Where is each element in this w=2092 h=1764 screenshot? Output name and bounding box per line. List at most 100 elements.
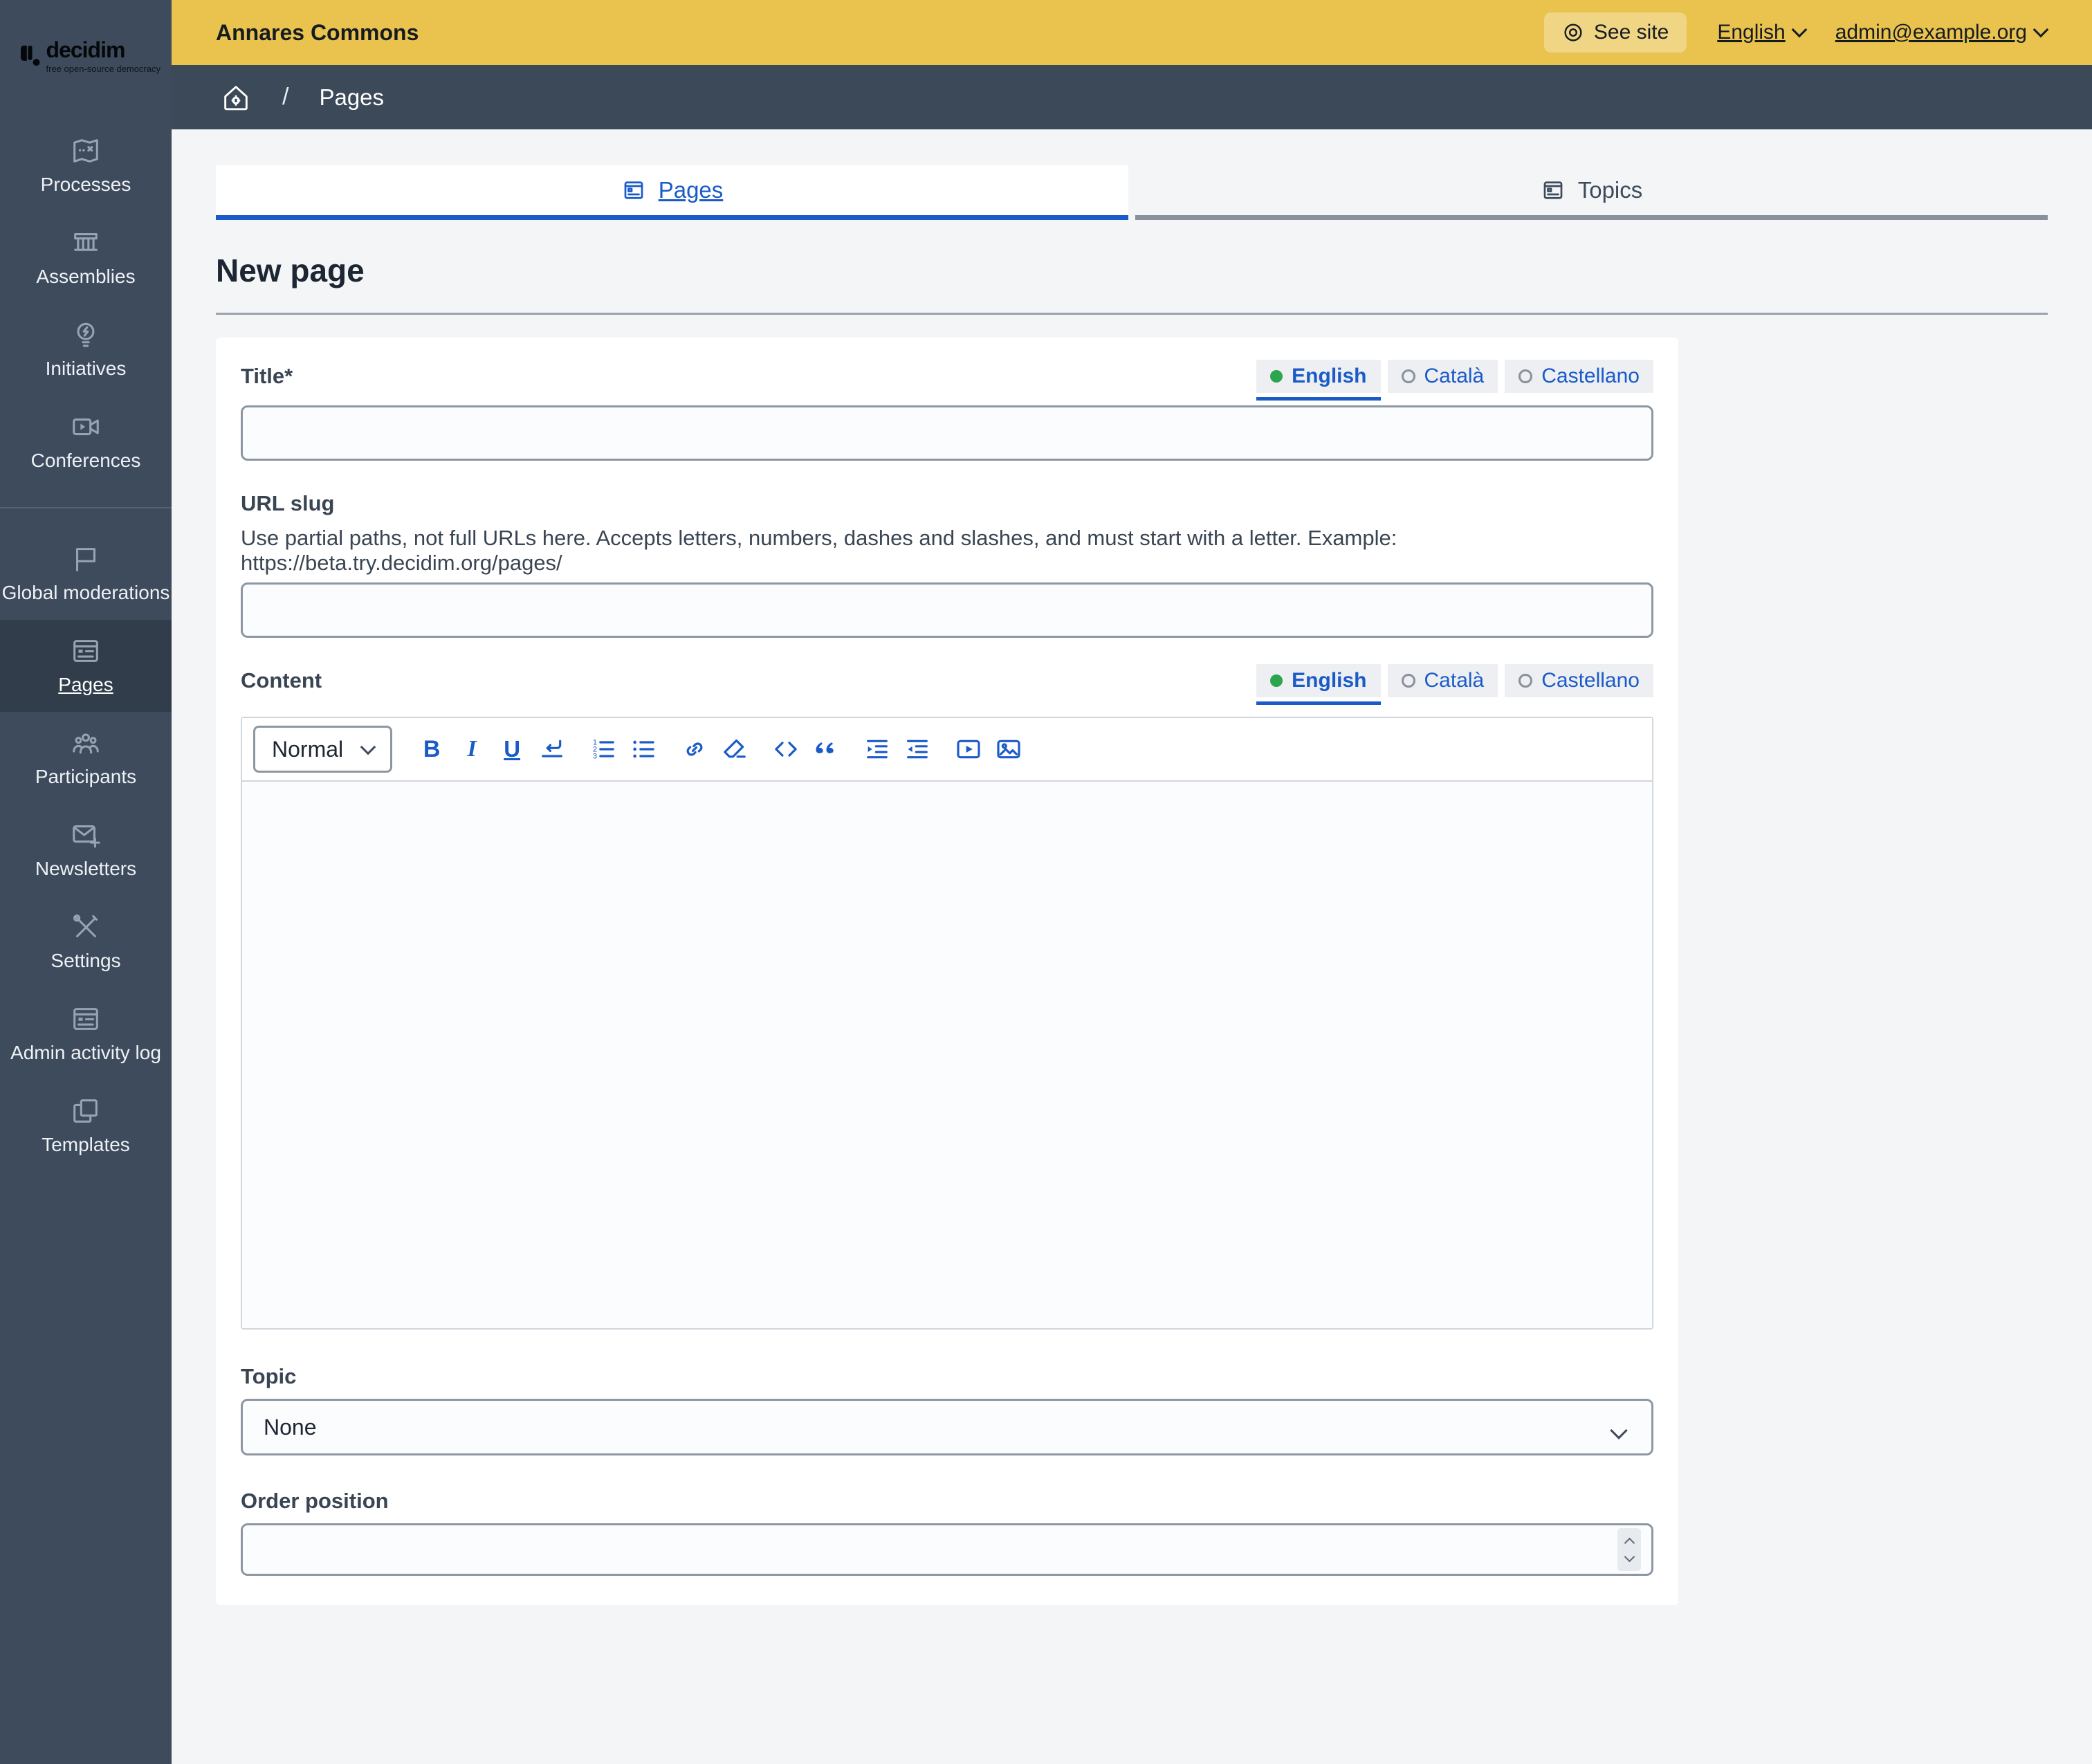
flag-icon (70, 543, 102, 575)
article-icon (70, 635, 102, 667)
title-language-selector: English Català Castellano (1256, 360, 1653, 393)
language-label: English (1717, 21, 1785, 44)
log-icon (70, 1003, 102, 1035)
order-position-input[interactable] (241, 1523, 1653, 1576)
video-icon (955, 735, 982, 763)
video-embed-button[interactable] (953, 732, 984, 766)
editor-content-area[interactable] (242, 782, 1652, 1328)
chevron-down-icon (2033, 22, 2049, 38)
sidebar-item-settings[interactable]: Settings (0, 896, 172, 988)
untranslated-ring-icon (1402, 369, 1415, 383)
sidebar-item-label: Initiatives (46, 358, 127, 380)
copy-icon (70, 1095, 102, 1127)
chevron-down-icon (1791, 22, 1807, 38)
eraser-icon (721, 735, 749, 763)
page-title: New page (216, 252, 2048, 289)
paragraph-style-value: Normal (272, 737, 343, 762)
chevron-down-icon (1624, 1551, 1635, 1562)
admin-sidebar: decidim free open-source democracy Proce… (0, 0, 172, 1764)
mail-plus-icon (70, 819, 102, 851)
main-content: Pages Topics New page Title* English Cat… (172, 129, 2092, 1764)
italic-icon: I (468, 736, 477, 762)
sidebar-item-conferences[interactable]: Conferences (0, 396, 172, 488)
language-tab-label: Català (1424, 365, 1485, 388)
indent-decrease-button[interactable] (901, 732, 933, 766)
ordered-list-button[interactable]: 1 2 3 (587, 732, 619, 766)
language-tab-label: Castellano (1541, 365, 1640, 388)
breadcrumb-current[interactable]: Pages (319, 84, 384, 111)
tab-label: Pages (659, 177, 724, 203)
paragraph-style-select[interactable]: Normal (253, 726, 392, 773)
sidebar-item-label: Conferences (31, 450, 141, 472)
sidebar-item-newsletters[interactable]: Newsletters (0, 804, 172, 896)
pages-tab-icon (621, 178, 646, 203)
sidebar-item-assemblies[interactable]: Assemblies (0, 212, 172, 304)
language-tab-english[interactable]: English (1256, 664, 1380, 697)
topic-select[interactable]: None (241, 1399, 1653, 1455)
url-slug-label: URL slug (241, 491, 1653, 516)
see-site-button[interactable]: See site (1544, 12, 1687, 53)
tab-topics[interactable]: Topics (1135, 165, 2048, 220)
line-break-icon (538, 735, 566, 763)
sidebar-item-admin-activity-log[interactable]: Admin activity log (0, 988, 172, 1080)
sidebar-item-global-moderations[interactable]: Global moderations (0, 528, 172, 620)
link-button[interactable] (679, 732, 710, 766)
code-block-button[interactable] (770, 732, 802, 766)
svg-text:3: 3 (593, 753, 597, 761)
account-menu[interactable]: admin@example.org (1835, 21, 2046, 44)
map-icon (70, 135, 102, 167)
people-icon (70, 727, 102, 759)
blockquote-button[interactable] (810, 732, 842, 766)
chevron-down-icon (1610, 1422, 1627, 1439)
bold-icon: B (423, 736, 441, 763)
home-icon[interactable] (220, 82, 252, 113)
language-tab-label: Català (1424, 669, 1485, 692)
sidebar-item-initiatives[interactable]: Initiatives (0, 304, 172, 396)
clear-format-button[interactable] (719, 732, 751, 766)
indent-increase-button[interactable] (861, 732, 893, 766)
sidebar-item-participants[interactable]: Participants (0, 712, 172, 804)
language-tab-castellano[interactable]: Castellano (1505, 664, 1653, 697)
link-icon (681, 735, 708, 763)
url-slug-input[interactable] (241, 582, 1653, 638)
indent-increase-icon (863, 735, 891, 763)
lightbulb-icon (70, 319, 102, 351)
image-button[interactable] (993, 732, 1025, 766)
sidebar-item-processes[interactable]: Processes (0, 120, 172, 212)
ordered-list-icon: 1 2 3 (589, 735, 617, 763)
sidebar-item-templates[interactable]: Templates (0, 1080, 172, 1172)
line-break-button[interactable] (536, 732, 568, 766)
language-tab-label: English (1292, 669, 1366, 692)
italic-button[interactable]: I (456, 732, 488, 766)
language-tab-catala[interactable]: Català (1388, 360, 1498, 393)
language-tab-label: English (1292, 365, 1366, 388)
bank-icon (70, 227, 102, 259)
tools-icon (70, 911, 102, 943)
language-menu[interactable]: English (1717, 21, 1804, 44)
chevron-down-icon (360, 739, 376, 755)
sidebar-item-label: Global moderations (2, 582, 170, 604)
topics-tab-icon (1541, 178, 1566, 203)
language-tab-english[interactable]: English (1256, 360, 1380, 393)
sidebar-item-label: Pages (58, 674, 113, 696)
breadcrumb: / Pages (172, 65, 2092, 129)
organization-name: Annares Commons (216, 20, 419, 46)
translated-dot-icon (1270, 674, 1283, 687)
bold-button[interactable]: B (416, 732, 448, 766)
url-slug-help: Use partial paths, not full URLs here. A… (241, 526, 1653, 576)
chevron-up-icon (1624, 1537, 1635, 1548)
language-tab-catala[interactable]: Català (1388, 664, 1498, 697)
sidebar-item-label: Participants (35, 766, 136, 788)
underline-button[interactable]: U (496, 732, 528, 766)
number-stepper[interactable] (1617, 1528, 1641, 1571)
decidim-logo[interactable]: decidim free open-source democracy (21, 37, 160, 74)
indent-decrease-icon (903, 735, 931, 763)
topic-select-value: None (264, 1415, 317, 1440)
sidebar-item-pages[interactable]: Pages (0, 620, 172, 712)
bullet-list-button[interactable] (627, 732, 659, 766)
heading-divider (216, 313, 2048, 315)
language-tab-castellano[interactable]: Castellano (1505, 360, 1653, 393)
translated-dot-icon (1270, 370, 1283, 383)
title-input[interactable] (241, 405, 1653, 461)
tab-pages[interactable]: Pages (216, 165, 1128, 220)
